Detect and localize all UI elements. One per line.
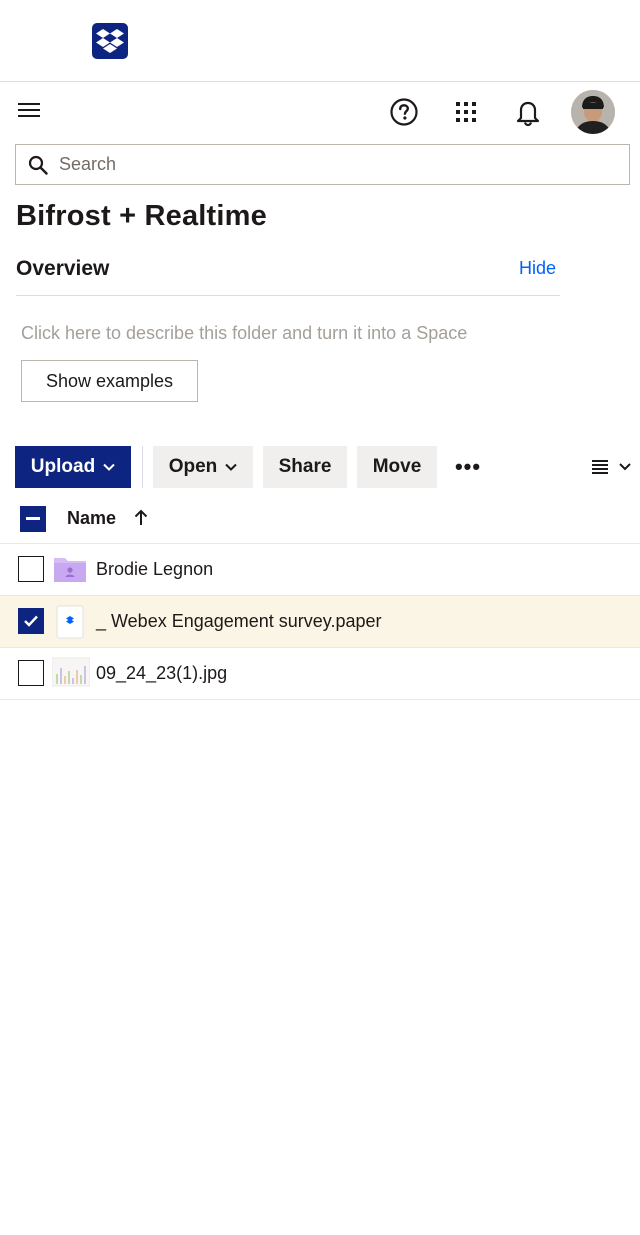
list-view-icon [592, 460, 608, 474]
action-toolbar: Upload Open Share Move ••• [0, 446, 640, 488]
logo-bar [0, 0, 640, 82]
upload-label: Upload [30, 456, 96, 477]
upload-button[interactable]: Upload [15, 446, 131, 488]
file-name[interactable]: _ Webex Engagement survey.paper [96, 611, 382, 632]
view-options-toggle[interactable] [590, 456, 636, 478]
image-thumbnail [51, 656, 91, 692]
row-checkbox[interactable] [18, 608, 44, 634]
share-button[interactable]: Share [263, 446, 347, 488]
overview-heading: Overview [16, 257, 110, 280]
search-icon [28, 155, 48, 180]
file-row[interactable]: _ Webex Engagement survey.paper [0, 596, 640, 648]
help-circle-icon[interactable] [386, 94, 422, 130]
hamburger-menu-icon[interactable] [18, 100, 40, 122]
search-box[interactable] [15, 144, 630, 185]
dropbox-logo-icon[interactable] [92, 23, 128, 59]
apps-grid-icon[interactable] [448, 94, 484, 130]
top-bar [0, 84, 640, 140]
move-button[interactable]: Move [357, 446, 437, 488]
search-input[interactable] [59, 145, 619, 184]
hide-overview-link[interactable]: Hide [519, 258, 556, 279]
chevron-down-icon [103, 463, 115, 471]
bell-icon[interactable] [510, 94, 546, 130]
sort-ascending-icon[interactable] [132, 508, 150, 528]
file-name[interactable]: 09_24_23(1).jpg [96, 663, 227, 684]
file-row[interactable]: Brodie Legnon [0, 544, 640, 596]
file-name[interactable]: Brodie Legnon [96, 559, 213, 580]
name-column-header[interactable]: Name [67, 508, 116, 529]
chevron-down-icon [619, 463, 631, 471]
row-checkbox[interactable] [18, 660, 44, 686]
file-list-header: Name [0, 492, 640, 544]
row-checkbox[interactable] [18, 556, 44, 582]
shared-folder-icon [52, 552, 90, 588]
user-avatar[interactable] [571, 90, 615, 134]
chevron-down-icon [225, 463, 237, 471]
paper-doc-icon [52, 604, 90, 640]
toolbar-divider [142, 446, 143, 488]
folder-description-prompt[interactable]: Click here to describe this folder and t… [21, 323, 467, 344]
file-row[interactable]: 09_24_23(1).jpg [0, 648, 640, 700]
page-title: Bifrost + Realtime [16, 200, 267, 232]
overview-divider [16, 295, 560, 296]
show-examples-button[interactable]: Show examples [21, 360, 198, 402]
select-all-checkbox[interactable] [20, 506, 46, 532]
open-label: Open [168, 456, 218, 477]
open-button[interactable]: Open [153, 446, 253, 488]
more-actions-button[interactable]: ••• [448, 446, 488, 488]
